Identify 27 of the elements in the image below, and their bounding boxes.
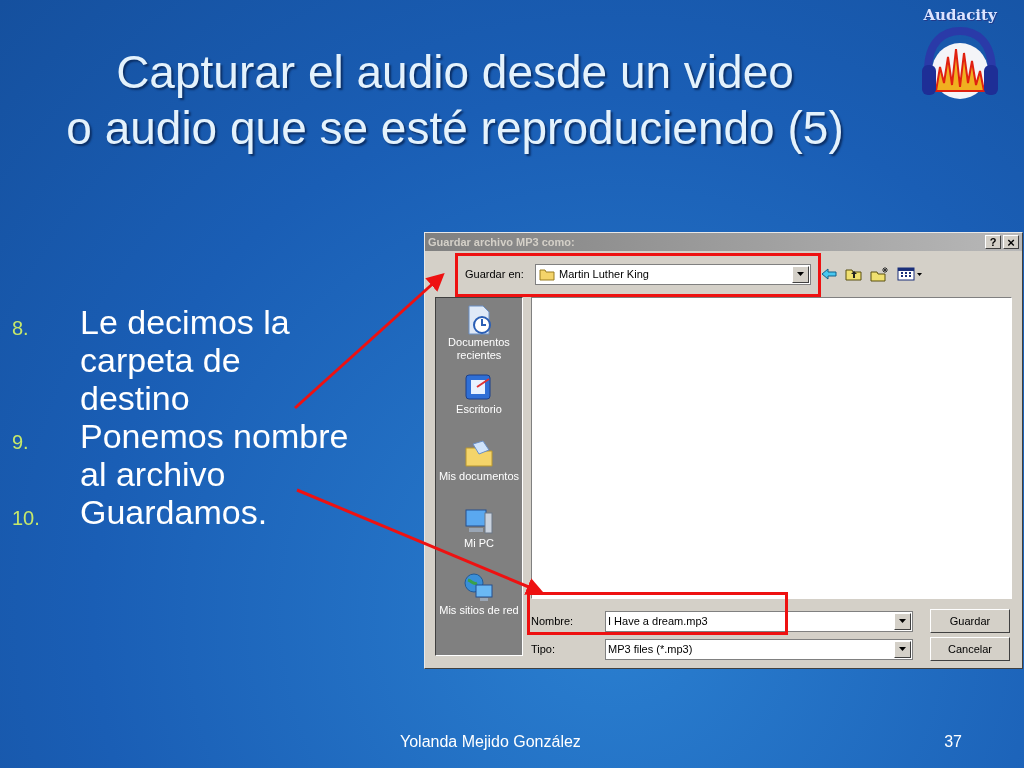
filetype-dropdown[interactable]: MP3 files (*.mp3) xyxy=(605,638,913,660)
slide-title: Capturar el audio desde un video o audio que se esté reproduciendo (5) xyxy=(65,45,845,156)
step-number: 9. xyxy=(12,430,30,455)
filetype-label: Tipo: xyxy=(531,641,557,657)
places-item[interactable]: Documentos recientes xyxy=(436,304,522,371)
places-item[interactable]: Escritorio xyxy=(436,371,522,438)
location-dropdown[interactable]: Martin Luther King xyxy=(535,263,811,285)
step-number: 10. xyxy=(12,506,41,531)
footer-author: Yolanda Mejido González xyxy=(400,732,581,752)
step-text: Ponemos nombre al archivo xyxy=(80,417,350,493)
filename-label: Nombre: xyxy=(531,613,575,629)
help-button[interactable]: ? xyxy=(985,235,1001,249)
logo-text: Audacity xyxy=(923,5,997,26)
step-number: 8. xyxy=(12,316,30,341)
location-value: Martin Luther King xyxy=(559,266,650,282)
page-number: 37 xyxy=(944,732,962,752)
step-text: Guardamos. xyxy=(80,493,269,531)
close-button[interactable]: × xyxy=(1003,235,1019,249)
step-text: Le decimos la carpeta de destino xyxy=(80,303,291,417)
location-label: Guardar en: xyxy=(465,266,525,282)
save-button[interactable]: Guardar xyxy=(930,609,1010,633)
places-item[interactable]: Mi PC xyxy=(436,505,522,572)
cancel-button[interactable]: Cancelar xyxy=(930,637,1010,661)
window-title: Guardar archivo MP3 como: xyxy=(428,234,576,250)
places-item[interactable]: Mis sitios de red xyxy=(436,572,522,639)
filename-field[interactable]: I Have a dream.mp3 xyxy=(605,610,913,632)
places-item[interactable]: Mis documentos xyxy=(436,438,522,505)
